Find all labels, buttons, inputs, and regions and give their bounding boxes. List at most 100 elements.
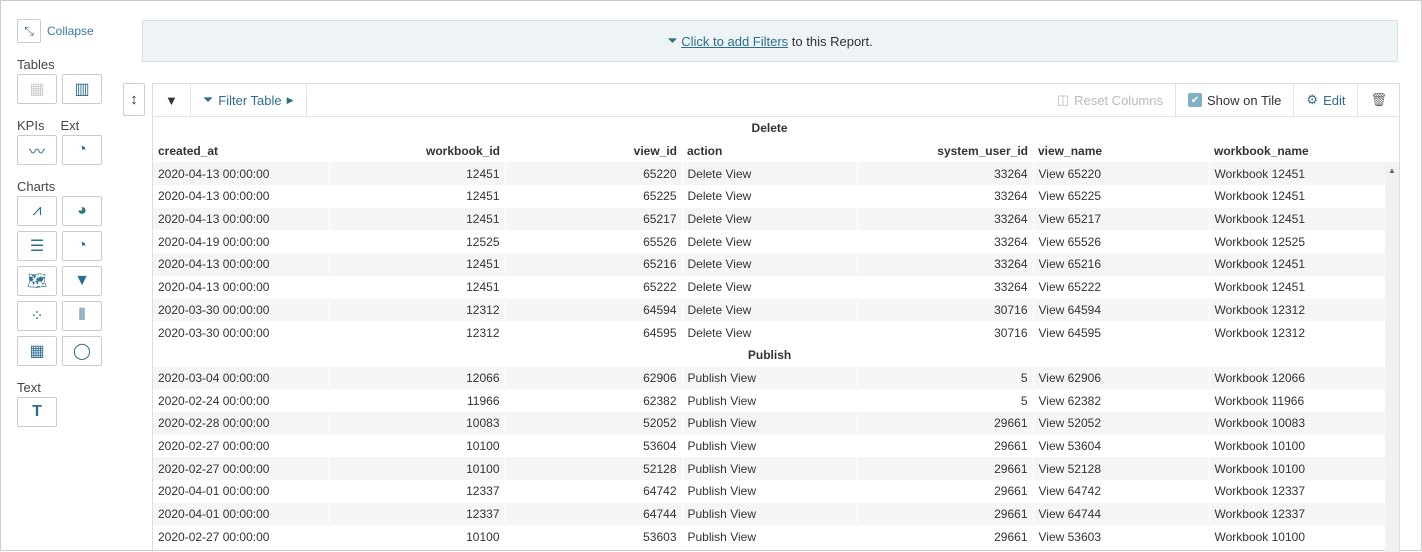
table-widget-icon[interactable]: ▦ xyxy=(17,74,57,104)
cell-created_at: 2020-02-27 00:00:00 xyxy=(153,434,330,458)
cell-workbook_name: Workbook 12337 xyxy=(1209,480,1387,503)
cell-view_name: View 65220 xyxy=(1033,162,1210,186)
cell-system_user_id: 30716 xyxy=(857,321,1034,344)
cell-action: Publish View xyxy=(682,525,858,549)
cell-view_id: 65222 xyxy=(505,275,683,299)
cell-workbook_name: Workbook 12312 xyxy=(1209,321,1387,344)
filter-table-button[interactable]: ⏷ Filter Table ▶ xyxy=(191,84,307,116)
cell-action: Publish View xyxy=(682,389,858,412)
delete-button[interactable]: 🗑 xyxy=(1357,84,1399,116)
cell-action: Delete View xyxy=(682,230,858,254)
cell-view_name: View 65526 xyxy=(1033,230,1210,254)
donut-chart-icon[interactable]: ◯ xyxy=(62,336,102,366)
cell-view_id: 62906 xyxy=(505,366,683,390)
pivot-table-widget-icon[interactable]: ▥ xyxy=(62,74,102,104)
cell-action: Delete View xyxy=(682,185,858,208)
cell-workbook_id: 12451 xyxy=(329,162,506,186)
cell-system_user_id: 29661 xyxy=(857,502,1034,526)
world-map-icon[interactable]: 🗺 xyxy=(17,266,57,296)
cell-view_id: 53604 xyxy=(505,434,683,458)
cell-system_user_id: 33264 xyxy=(857,253,1034,276)
cell-action: Publish View xyxy=(682,502,858,526)
checkbox-checked-icon: ✔ xyxy=(1187,93,1202,107)
reset-columns-button[interactable]: ◫ Reset Columns xyxy=(1045,84,1175,116)
cell-workbook_id: 12451 xyxy=(329,275,506,299)
text-label: Text xyxy=(17,380,41,395)
cell-view_id: 65225 xyxy=(505,185,683,208)
cell-workbook_name: Workbook 10100 xyxy=(1209,434,1387,458)
caret-down-icon: ▼ xyxy=(165,92,178,108)
resize-handle-icon[interactable]: ↕ xyxy=(123,83,145,116)
column-header-view_name[interactable]: view_name xyxy=(1033,140,1209,163)
funnel-chart-icon[interactable]: ▼ xyxy=(62,266,102,296)
cell-system_user_id: 33264 xyxy=(857,185,1034,208)
heatmap-grid-icon[interactable]: ▦ xyxy=(17,336,57,366)
bar-chart-icon[interactable]: ☰ xyxy=(17,231,57,261)
ext-label: Ext xyxy=(60,118,80,133)
column-header-system_user_id[interactable]: system_user_id xyxy=(857,140,1033,163)
table-row: 2020-04-13 00:00:00 12451 65225 Delete View… xyxy=(153,185,1387,208)
cell-view_id: 53603 xyxy=(505,525,683,549)
cell-system_user_id: 33264 xyxy=(857,207,1034,231)
cell-workbook_id: 12312 xyxy=(329,321,506,344)
pie-exploded-chart-icon[interactable]: ◔ xyxy=(62,231,102,261)
cell-workbook_id: 12312 xyxy=(329,298,506,322)
cell-action: Publish View xyxy=(682,366,858,390)
header-row: created_at workbook_id view_id action system… xyxy=(153,140,1386,163)
tables-label: Tables xyxy=(17,57,55,72)
cell-workbook_id: 12337 xyxy=(329,502,506,526)
table-row: 2020-04-13 00:00:00 12451 65220 Delete View… xyxy=(153,162,1387,186)
cell-workbook_id: 12451 xyxy=(329,253,506,276)
add-filters-link[interactable]: Click to add Filters xyxy=(681,34,788,49)
cell-action: Delete View xyxy=(682,162,858,186)
pie-chart-icon[interactable]: ◕ xyxy=(62,196,102,226)
table-row: 2020-04-01 00:00:00 12337 64742 Publish Vie… xyxy=(153,480,1387,503)
cell-view_id: 64594 xyxy=(505,298,683,322)
cell-created_at: 2020-04-19 00:00:00 xyxy=(153,230,330,254)
cell-action: Delete View xyxy=(682,275,858,299)
gantt-chart-icon[interactable]: ⫴ xyxy=(62,301,102,331)
cell-workbook_name: Workbook 12312 xyxy=(1209,298,1387,322)
show-on-tile-checkbox[interactable]: ✔ Show on Tile xyxy=(1174,84,1293,116)
cell-view_name: View 65216 xyxy=(1033,253,1210,276)
column-header-action[interactable]: action xyxy=(682,140,857,163)
cell-view_id: 65216 xyxy=(505,253,683,276)
collapse-button[interactable]: ⤡ Collapse xyxy=(17,19,117,43)
kpi-widget-icon[interactable]: 〰 xyxy=(17,135,57,165)
edit-button[interactable]: ⚙ Edit xyxy=(1293,84,1357,116)
column-header-workbook_id[interactable]: workbook_id xyxy=(329,140,505,163)
cell-workbook_id: 10100 xyxy=(329,434,506,458)
cell-created_at: 2020-04-13 00:00:00 xyxy=(153,207,330,231)
filter-icon: ⏷ xyxy=(202,92,214,107)
table-row: 2020-03-30 00:00:00 12312 64594 Delete View… xyxy=(153,298,1387,322)
group-row: Publish xyxy=(153,344,1386,367)
cell-system_user_id: 29661 xyxy=(857,480,1034,503)
ext-widget-icon[interactable]: ◔ xyxy=(62,135,102,165)
cell-created_at: 2020-04-13 00:00:00 xyxy=(153,162,330,186)
cell-created_at: 2020-03-04 00:00:00 xyxy=(153,366,330,390)
vertical-scrollbar[interactable]: ▲ xyxy=(1385,162,1399,552)
text-widget-icon[interactable]: T xyxy=(17,397,57,427)
cell-view_name: View 62382 xyxy=(1033,389,1210,412)
cell-system_user_id: 29661 xyxy=(857,457,1034,480)
cell-action: Publish View xyxy=(682,411,858,435)
table-row: 2020-04-01 00:00:00 12337 64744 Publish Vie… xyxy=(153,502,1387,526)
cell-view_id: 65526 xyxy=(505,230,683,254)
table-row: 2020-04-13 00:00:00 12451 65222 Delete View… xyxy=(153,275,1387,299)
line-bar-chart-icon[interactable]: ⩘ xyxy=(17,196,57,226)
cell-action: Delete View xyxy=(682,253,858,276)
cell-view_name: View 64742 xyxy=(1033,480,1210,503)
column-header-created_at[interactable]: created_at xyxy=(153,140,329,163)
data-table: Delete created_at workbook_id view_id action… xyxy=(153,117,1387,549)
cell-system_user_id: 33264 xyxy=(857,230,1034,254)
cell-workbook_name: Workbook 11966 xyxy=(1209,389,1387,412)
scatter-chart-icon[interactable]: ⁘ xyxy=(17,301,57,331)
column-header-view_id[interactable]: view_id xyxy=(505,140,682,163)
dropdown-toggle[interactable]: ▼ xyxy=(153,84,191,116)
cell-created_at: 2020-03-30 00:00:00 xyxy=(153,298,330,322)
group-label: Delete xyxy=(751,121,788,136)
column-header-workbook_name[interactable]: workbook_name xyxy=(1209,140,1386,163)
cell-view_id: 65217 xyxy=(505,207,683,231)
cell-created_at: 2020-02-27 00:00:00 xyxy=(153,457,330,480)
cell-workbook_name: Workbook 10100 xyxy=(1209,457,1387,480)
